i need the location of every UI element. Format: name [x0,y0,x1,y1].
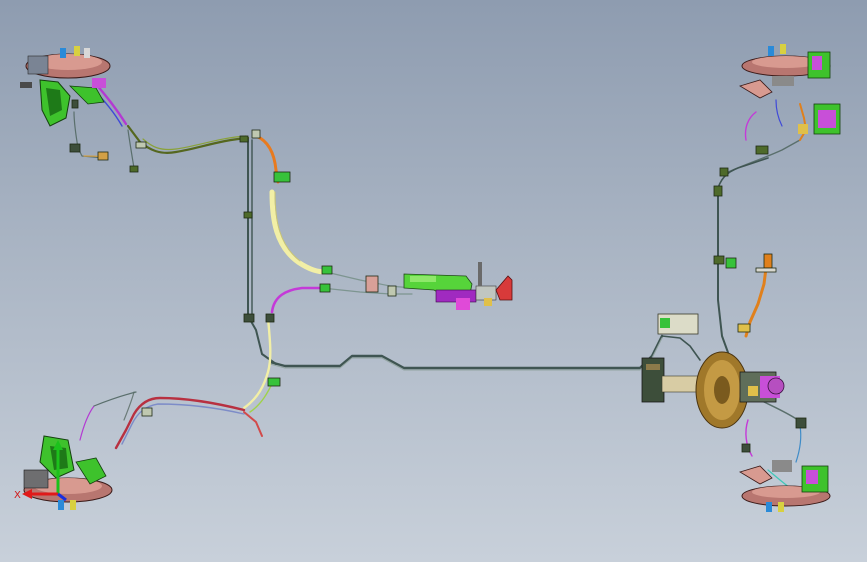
handbrake-lever-icon[interactable] [403,262,513,310]
front-right-wheel-hub-icon[interactable] [739,44,841,135]
brake-booster-icon[interactable] [641,313,785,429]
x-axis-label: X [14,490,21,501]
brake-system-assembly: X [14,44,841,512]
rear-left-wheel-hub-icon[interactable] [23,435,113,510]
cad-viewport[interactable]: X [0,0,867,562]
rear-right-wheel-hub-icon[interactable] [739,460,831,512]
main-brake-lines [126,124,801,371]
front-left-wheel-hub-icon[interactable] [20,46,111,127]
rear-left-hoses [79,391,263,450]
